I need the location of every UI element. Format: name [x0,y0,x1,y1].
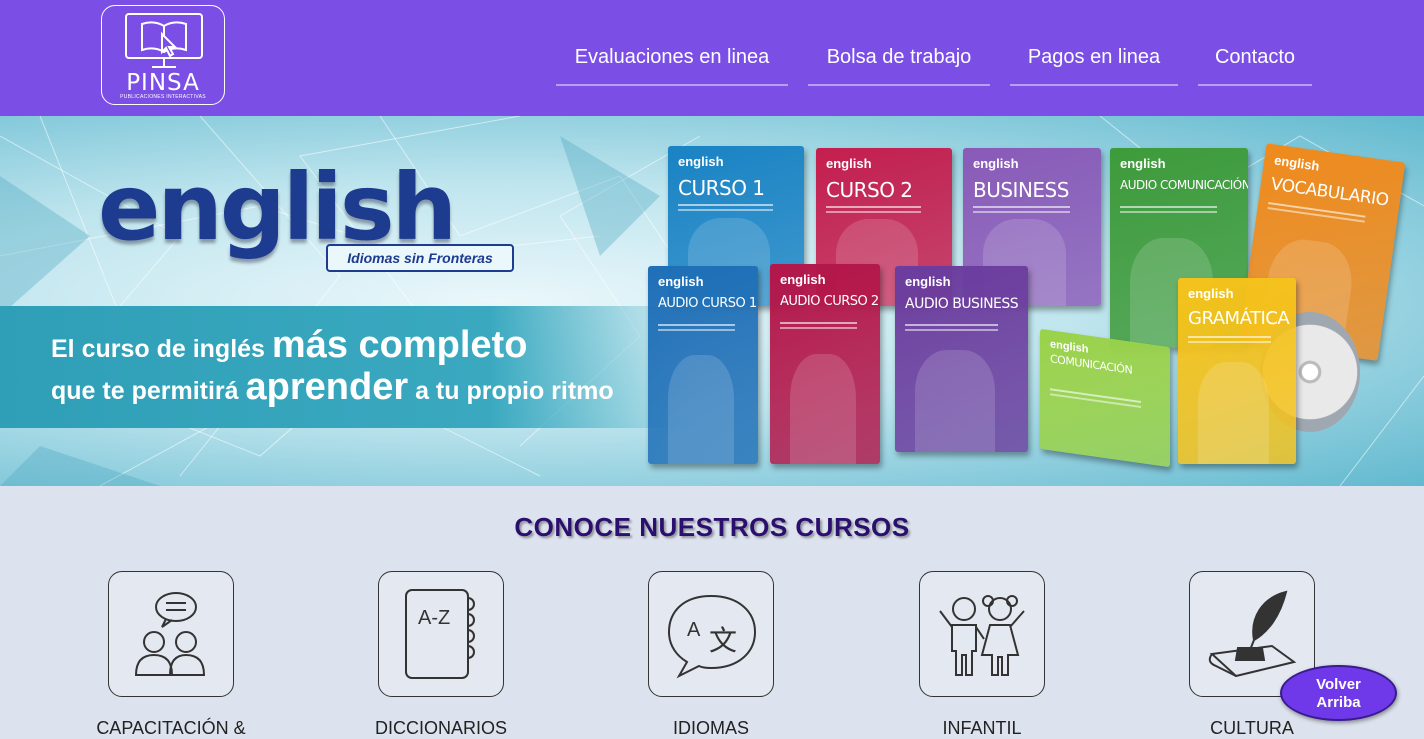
logo-brand: PINSA [126,70,200,96]
nav-bolsa-trabajo[interactable]: Bolsa de trabajo [808,42,990,86]
course-capacitacion[interactable]: CAPACITACIÓN & [96,571,246,738]
product-title: CURSO 1 [678,176,765,200]
course-icon-box[interactable]: A 文 [648,571,774,697]
slogan-line2-suffix: a tu propio ritmo [408,377,614,405]
back-to-top-line1: Volver [1316,676,1361,693]
pinsa-logo[interactable]: PINSA PUBLICACIONES INTERACTIVAS [101,5,225,105]
product-title: AUDIO BUSINESS [905,296,1019,312]
svg-text:文: 文 [709,624,737,657]
product-title: AUDIO COMUNICACIÓN [1120,178,1248,192]
slogan-line2-prefix: que te permitirá [51,377,246,405]
product-brand: english [905,274,951,289]
product-title: AUDIO CURSO 1 [658,296,757,311]
product-title: AUDIO CURSO 2 [780,294,879,309]
product-box-gramatica: english GRAMÁTICA [1178,278,1296,464]
children-icon [939,595,1025,676]
nav-contacto[interactable]: Contacto [1198,42,1312,86]
product-brand: english [678,154,724,169]
product-desc [973,206,1070,208]
slogan-line-2: que te permitirá aprender a tu propio ri… [51,366,614,409]
product-title: CURSO 2 [826,178,913,202]
hero-banner[interactable]: english Idiomas sin Fronteras El curso d… [0,116,1424,486]
product-desc [678,204,774,206]
courses-heading: CONOCE NUESTROS CURSOS [514,512,910,542]
product-title: COMUNICACIÓN [1050,352,1133,377]
slogan-line1-prefix: El curso de inglés [51,335,272,363]
product-desc [1188,336,1271,338]
product-title: BUSINESS [973,178,1069,202]
nav-pagos[interactable]: Pagos en linea [1010,42,1178,86]
course-icon-box[interactable]: A-Z [378,571,504,697]
slogan-line1-emph: más completo [271,324,528,366]
product-brand: english [1273,152,1321,174]
nav-evaluaciones[interactable]: Evaluaciones en linea [556,42,788,86]
product-desc [658,324,735,326]
product-brand: english [1120,156,1166,171]
product-brand: english [973,156,1019,171]
monitor-book-icon [125,13,203,68]
statue-graphic [790,354,856,464]
product-box-audio-business: english AUDIO BUSINESS [895,266,1028,452]
course-infantil[interactable]: INFANTIL [919,571,1045,738]
quill-ink-icon [1208,590,1297,678]
product-desc [826,206,922,208]
product-desc [780,322,857,324]
product-desc [905,324,999,326]
course-idiomas[interactable]: A 文 IDIOMAS [648,571,774,738]
statue-graphic [915,349,995,452]
group-chat-icon [134,592,206,676]
product-box-audio-curso1: english AUDIO CURSO 1 [648,266,758,464]
product-desc [1050,388,1141,404]
translate-icon: A 文 [667,594,757,679]
product-box-comunicacion: english COMUNICACIÓN [1040,328,1170,468]
logo-subtitle: PUBLICACIONES INTERACTIVAS [120,94,206,100]
english-wordmark: english [98,154,457,261]
english-tagline: Idiomas sin Fronteras [326,244,514,272]
slogan-line2-emph: aprender [245,366,409,408]
product-box-audio-curso2: english AUDIO CURSO 2 [770,264,880,464]
site-header: PINSA PUBLICACIONES INTERACTIVAS Evaluac… [0,0,1424,116]
svg-text:A: A [687,619,701,641]
course-icon-box[interactable] [108,571,234,697]
statue-graphic [668,355,734,464]
product-title: GRAMÁTICA [1188,308,1290,329]
back-to-top-line2: Arriba [1316,694,1361,711]
product-brand: english [780,272,826,287]
product-desc [1120,206,1217,208]
product-brand: english [826,156,872,171]
product-brand: english [658,274,704,289]
a-z-book-icon: A-Z [405,589,475,679]
svg-text:A-Z: A-Z [418,607,450,629]
course-diccionarios[interactable]: A-Z DICCIONARIOS [375,571,507,738]
slogan-line-1: El curso de inglés más completo [51,324,527,367]
back-to-top-button[interactable]: Volver Arriba [1280,665,1397,721]
statue-graphic [1198,361,1269,464]
course-icon-box[interactable] [919,571,1045,697]
product-brand: english [1188,286,1234,301]
